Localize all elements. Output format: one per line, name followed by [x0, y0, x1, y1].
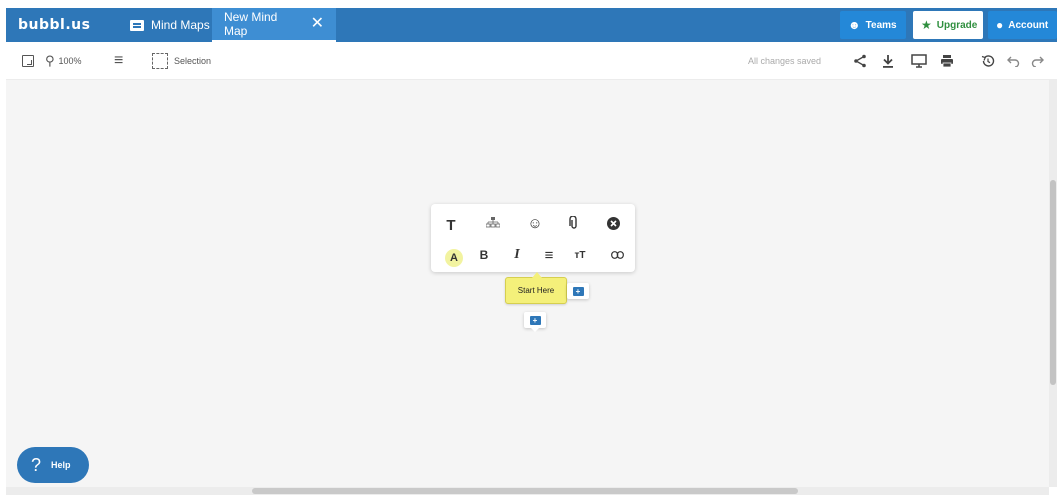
add-icon: + — [529, 315, 541, 325]
bold-button[interactable]: B — [472, 243, 496, 267]
folder-icon — [130, 19, 144, 31]
zoom-icon: ⚲ — [45, 53, 55, 68]
node-label: Start Here — [517, 286, 555, 295]
selection-icon — [152, 53, 168, 69]
upgrade-button[interactable]: ★ Upgrade — [913, 11, 983, 39]
download-icon[interactable] — [878, 51, 898, 71]
print-icon[interactable] — [937, 51, 957, 71]
teams-button-label: Teams — [865, 19, 897, 31]
horizontal-scroll-thumb[interactable] — [252, 488, 798, 494]
fit-to-screen-button[interactable] — [22, 42, 34, 80]
tab-new-mind-map[interactable]: New Mind Map ✕ — [212, 8, 336, 42]
undo-icon[interactable] — [1003, 51, 1023, 71]
attach-icon[interactable] — [562, 211, 586, 235]
redo-icon[interactable] — [1028, 51, 1048, 71]
zoom-control[interactable]: ⚲ 100% — [45, 42, 82, 80]
text-style-button[interactable]: T — [439, 213, 463, 237]
emoji-icon[interactable]: ☺ — [523, 211, 547, 235]
mind-map-node[interactable]: Start Here — [505, 272, 567, 304]
selection-button[interactable]: Selection — [152, 42, 211, 80]
teams-icon: ☻ — [848, 18, 861, 32]
tab-mind-maps[interactable]: Mind Maps — [120, 8, 220, 42]
layout-icon[interactable] — [481, 211, 505, 235]
add-child-button[interactable]: + — [524, 312, 546, 332]
italic-button[interactable]: I — [505, 243, 529, 267]
add-sibling-button[interactable]: + — [567, 283, 589, 299]
top-bar: bubbl.us Mind Maps New Mind Map ✕ ☻ Team… — [6, 8, 1057, 42]
account-button[interactable]: ● Account — [988, 11, 1057, 39]
align-icon[interactable]: ≡ — [537, 243, 561, 267]
toolbar: ⚲ 100% ≡ Selection All changes saved — [6, 42, 1057, 80]
selection-label: Selection — [174, 56, 212, 66]
tab-mind-maps-label: Mind Maps — [151, 18, 210, 32]
star-icon: ★ — [921, 18, 932, 32]
upgrade-button-label: Upgrade — [936, 19, 978, 31]
add-icon: + — [572, 286, 584, 296]
question-icon: ? — [31, 454, 42, 475]
history-icon[interactable] — [978, 51, 998, 71]
app-logo[interactable]: bubbl.us — [18, 17, 90, 33]
zoom-level: 100% — [58, 56, 82, 66]
help-label: Help — [51, 460, 71, 470]
present-icon[interactable] — [909, 51, 929, 71]
font-size-button[interactable]: тT — [568, 243, 592, 267]
help-button[interactable]: ? Help — [17, 447, 89, 483]
share-icon[interactable] — [850, 51, 870, 71]
close-icon[interactable]: ✕ — [311, 16, 324, 32]
tab-new-mind-map-label: New Mind Map — [224, 10, 278, 38]
delete-icon[interactable] — [601, 211, 625, 235]
teams-button[interactable]: ☻ Teams — [840, 11, 906, 39]
link-icon[interactable] — [605, 243, 629, 267]
menu-icon[interactable]: ≡ — [114, 42, 123, 80]
save-status: All changes saved — [748, 56, 822, 66]
node-format-popup: T ☺ A B I ≡ тT — [431, 204, 635, 272]
text-color-label: A — [445, 249, 463, 267]
account-icon: ● — [996, 18, 1004, 32]
fit-to-screen-icon — [22, 55, 34, 67]
text-color-button[interactable]: A — [442, 246, 466, 270]
vertical-scroll-thumb[interactable] — [1050, 180, 1056, 385]
account-button-label: Account — [1008, 19, 1049, 31]
